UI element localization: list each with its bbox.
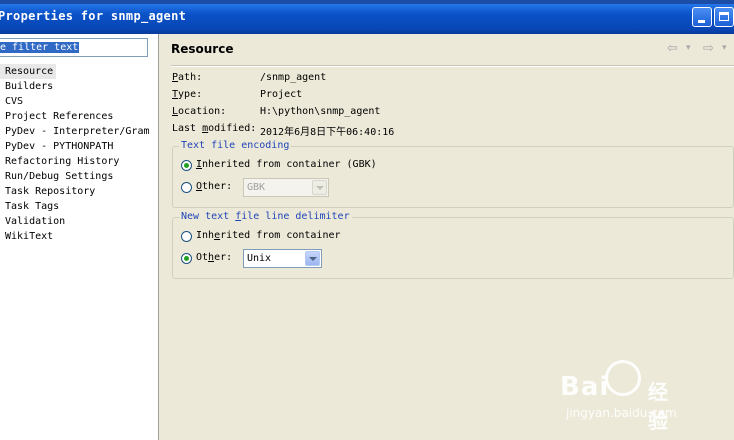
filter-input-text: e filter text: [0, 42, 80, 53]
tree-item-builders[interactable]: Builders: [0, 79, 150, 94]
location-label: Location:: [172, 106, 227, 117]
tree-item-cvs[interactable]: CVS: [0, 94, 150, 109]
encoding-other-radio[interactable]: [181, 182, 192, 193]
path-label: Path:: [172, 72, 203, 83]
tree-item-run-debug-settings[interactable]: Run/Debug Settings: [0, 169, 150, 184]
page-title: Resource: [171, 42, 234, 56]
watermark-brand: Bai: [560, 372, 610, 402]
forward-dropdown-icon[interactable]: ▾: [722, 43, 727, 53]
chevron-down-icon[interactable]: [305, 251, 320, 266]
line-delimiter-title: New text file line delimiter: [179, 211, 352, 222]
delimiter-select[interactable]: Unix: [243, 249, 322, 268]
tree-item-resource[interactable]: Resource: [0, 64, 57, 79]
encoding-select-value: GBK: [247, 182, 266, 193]
encoding-select[interactable]: GBK: [243, 178, 329, 197]
last-modified-label: Last modified:: [172, 123, 257, 134]
delimiter-other-radio[interactable]: [181, 253, 192, 264]
delimiter-select-value: Unix: [247, 253, 272, 264]
maximize-button[interactable]: [714, 7, 734, 27]
encoding-other-label[interactable]: Other:: [196, 181, 232, 192]
tree-item-pydev-pythonpath[interactable]: PyDev - PYTHONPATH: [0, 139, 150, 154]
encoding-inherited-label[interactable]: Inherited from container (GBK): [196, 159, 377, 170]
tree-item-refactoring-history[interactable]: Refactoring History: [0, 154, 150, 169]
paw-icon: [605, 360, 641, 396]
last-modified-value: 2012年6月8日下午06:40:16: [260, 127, 395, 138]
tree-item-pydev-interpreter[interactable]: PyDev - Interpreter/Gram: [0, 124, 150, 139]
title-bar-strip: [0, 0, 734, 4]
chevron-down-icon[interactable]: [312, 180, 327, 195]
sidebar: e filter text Resource Builders CVS Proj…: [0, 34, 159, 440]
tree-item-project-references[interactable]: Project References: [0, 109, 150, 124]
watermark-url: jingyan.baidu.com: [566, 406, 677, 420]
back-arrow-icon[interactable]: ⇦: [667, 41, 678, 56]
delimiter-other-label[interactable]: Other:: [196, 252, 232, 263]
text-encoding-group: Text file encoding Inherited from contai…: [172, 140, 734, 208]
tree-item-wikitext[interactable]: WikiText: [0, 229, 150, 244]
page-header: Resource ⇦ ▾ ⇨ ▾: [159, 34, 734, 64]
back-dropdown-icon[interactable]: ▾: [686, 43, 691, 53]
type-label: Type:: [172, 89, 203, 100]
title-bar: Properties for snmp_agent: [0, 0, 734, 34]
forward-arrow-icon[interactable]: ⇨: [703, 41, 714, 56]
line-delimiter-group: New text file line delimiter Inherited f…: [172, 211, 734, 279]
header-divider: [171, 65, 734, 67]
path-value: /snmp_agent: [260, 72, 327, 83]
minimize-button[interactable]: [692, 7, 712, 27]
encoding-inherited-radio[interactable]: [181, 160, 192, 171]
property-tree: Resource Builders CVS Project References…: [0, 64, 150, 244]
type-value: Project: [260, 89, 303, 100]
watermark-brand-cn: 经验: [648, 380, 668, 433]
delimiter-inherited-radio[interactable]: [181, 231, 192, 242]
location-value: H:\python\snmp_agent: [260, 106, 381, 117]
tree-item-validation[interactable]: Validation: [0, 214, 150, 229]
tree-item-task-repository[interactable]: Task Repository: [0, 184, 150, 199]
delimiter-inherited-label[interactable]: Inherited from container: [196, 230, 341, 241]
tree-item-task-tags[interactable]: Task Tags: [0, 199, 150, 214]
window-title: Properties for snmp_agent: [0, 9, 187, 23]
filter-input[interactable]: e filter text: [0, 38, 148, 57]
text-encoding-title: Text file encoding: [179, 140, 292, 151]
